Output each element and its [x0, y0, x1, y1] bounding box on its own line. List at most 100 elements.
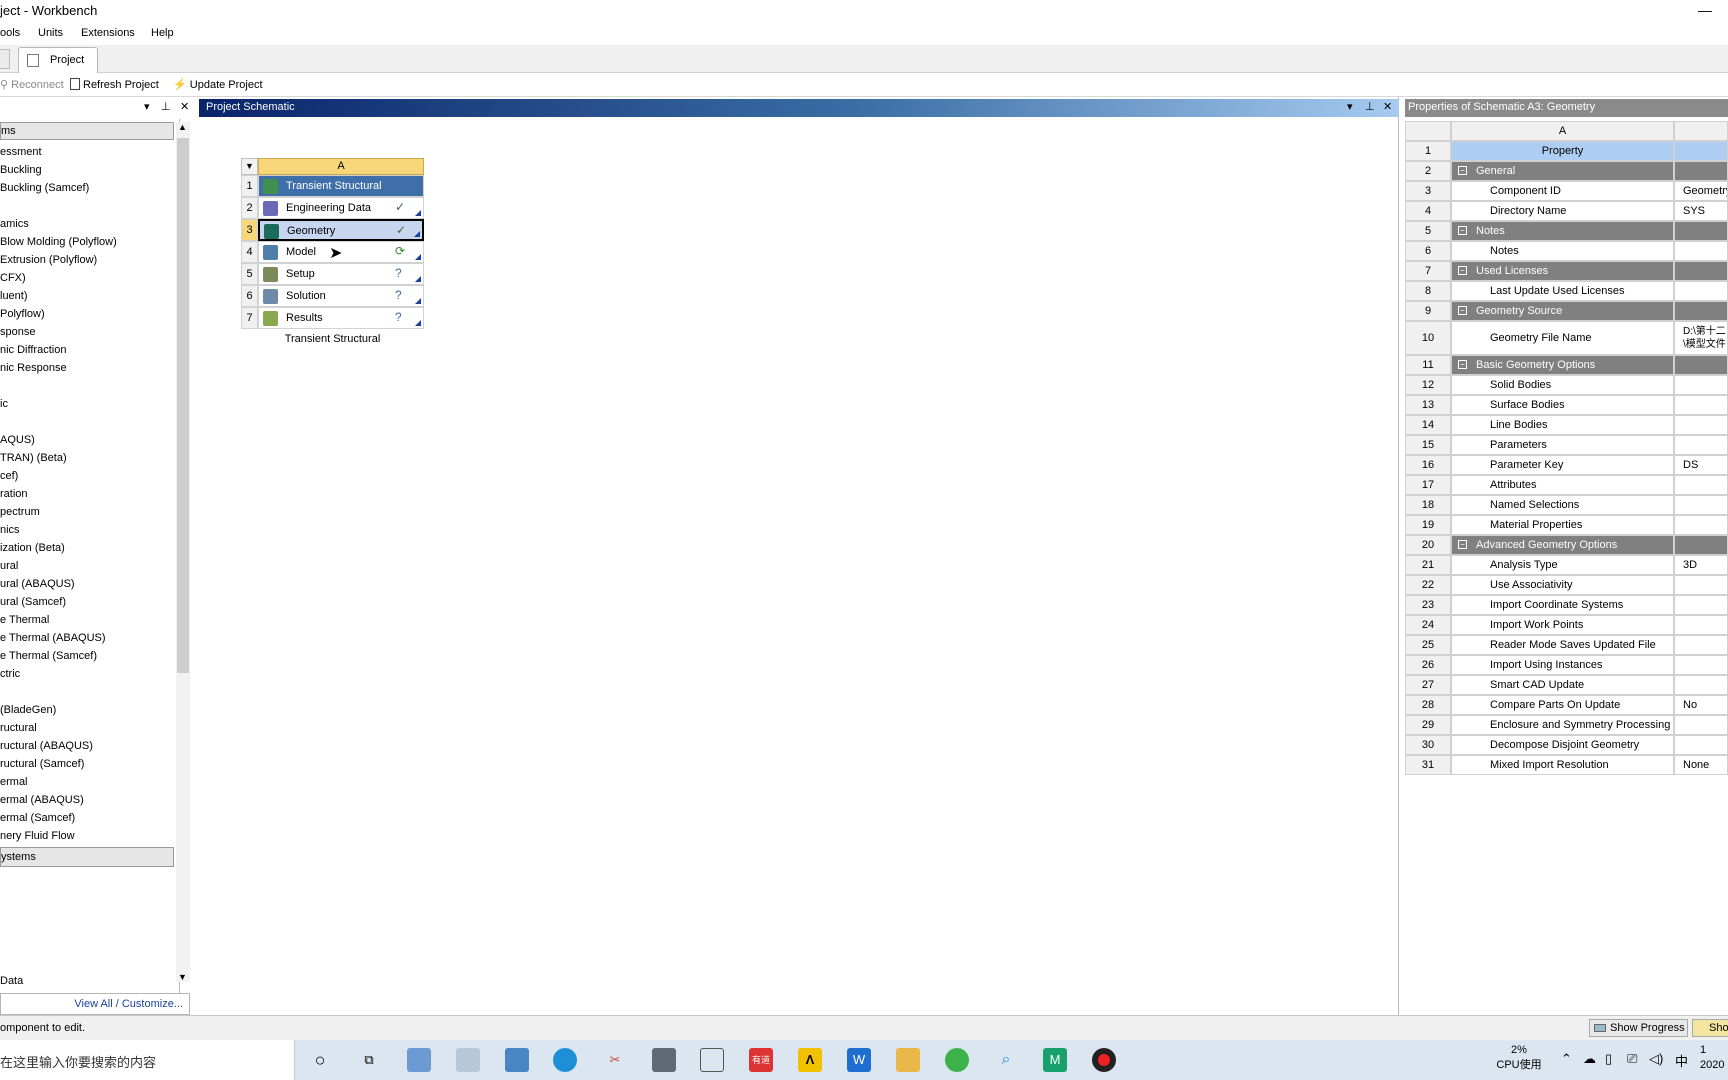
property-row[interactable]: 3 Component ID Geometry: [1405, 181, 1728, 201]
toolbox-item[interactable]: cef): [0, 467, 174, 485]
toolbox-item[interactable]: [0, 683, 174, 701]
toolbox-item[interactable]: Blow Molding (Polyflow): [0, 233, 174, 251]
show-messages-button[interactable]: Sho: [1692, 1019, 1728, 1037]
refresh-project-button[interactable]: Refresh Project: [70, 78, 159, 91]
toolbox-item[interactable]: ermal (ABAQUS): [0, 791, 174, 809]
toolbox-item[interactable]: ization (Beta): [0, 539, 174, 557]
ansys-icon[interactable]: Λ: [798, 1048, 822, 1072]
system-cell-row[interactable]: 7 Results?: [241, 307, 424, 329]
system-cell-row[interactable]: 3 Geometry ✓: [241, 219, 424, 241]
cell-transient-structural[interactable]: Transient Structural: [258, 175, 424, 197]
property-row[interactable]: 29 Enclosure and Symmetry Processing: [1405, 715, 1728, 735]
collapse-icon[interactable]: −: [1458, 166, 1467, 175]
property-group-row[interactable]: 20 Advanced Geometry Options −: [1405, 535, 1728, 555]
monitor-icon[interactable]: [700, 1048, 724, 1072]
collapse-icon[interactable]: −: [1458, 540, 1467, 549]
property-row[interactable]: 15 Parameters: [1405, 435, 1728, 455]
toolbox-item[interactable]: TRAN) (Beta): [0, 449, 174, 467]
property-row[interactable]: 13 Surface Bodies: [1405, 395, 1728, 415]
cell-solution[interactable]: Solution?: [258, 285, 424, 307]
property-row[interactable]: 4 Directory Name SYS: [1405, 201, 1728, 221]
toolbox-item[interactable]: essment: [0, 143, 174, 161]
collapse-icon[interactable]: −: [1458, 306, 1467, 315]
toolbox-item[interactable]: ructural: [0, 719, 174, 737]
close-icon[interactable]: ✕: [1383, 100, 1392, 113]
pin-icon[interactable]: ⊥: [161, 100, 171, 113]
update-project-button[interactable]: ⚡ Update Project: [173, 78, 263, 91]
collapse-icon[interactable]: −: [1458, 226, 1467, 235]
show-progress-button[interactable]: Show Progress: [1589, 1019, 1688, 1037]
property-group-row[interactable]: 9 Geometry Source −: [1405, 301, 1728, 321]
property-row[interactable]: 1 Property: [1405, 141, 1728, 161]
toolbox-group-analysis-systems[interactable]: ms: [0, 122, 174, 140]
record-icon[interactable]: [1092, 1048, 1116, 1072]
property-row[interactable]: 14 Line Bodies: [1405, 415, 1728, 435]
search-app-icon[interactable]: ⌕: [994, 1048, 1018, 1072]
property-row[interactable]: 28 Compare Parts On Update No: [1405, 695, 1728, 715]
clock[interactable]: 1 2020: [1700, 1043, 1724, 1073]
toolbox-item[interactable]: nics: [0, 521, 174, 539]
cell-engineering-data[interactable]: Engineering Data ✓: [258, 197, 424, 219]
toolbox-item[interactable]: nic Diffraction: [0, 341, 174, 359]
minimize-button[interactable]: —: [1698, 2, 1712, 18]
toolbox-item[interactable]: ermal: [0, 773, 174, 791]
toolbox-item[interactable]: nery Fluid Flow: [0, 827, 174, 845]
toolbox-item[interactable]: ural: [0, 557, 174, 575]
mathtype-icon[interactable]: M: [1043, 1048, 1067, 1072]
property-row[interactable]: 26 Import Using Instances: [1405, 655, 1728, 675]
volume-icon[interactable]: ◁): [1649, 1051, 1663, 1067]
system-caption[interactable]: Transient Structural: [241, 333, 424, 345]
writer-icon[interactable]: W: [847, 1048, 871, 1072]
toolbox-item[interactable]: e Thermal (Samcef): [0, 647, 174, 665]
folder-icon[interactable]: [896, 1048, 920, 1072]
toolbox-item[interactable]: ration: [0, 485, 174, 503]
scroll-thumb[interactable]: [177, 138, 189, 673]
scroll-down-icon[interactable]: ▼: [178, 972, 187, 982]
toolbox-item[interactable]: CFX): [0, 269, 174, 287]
dropdown-icon[interactable]: ▾: [144, 100, 150, 113]
edge-browser-icon[interactable]: [553, 1048, 577, 1072]
tab-previous[interactable]: [0, 49, 10, 69]
desktop-app-icon[interactable]: [407, 1048, 431, 1072]
snipping-tool-icon[interactable]: ✂: [603, 1048, 627, 1072]
toolbox-item[interactable]: Extrusion (Polyflow): [0, 251, 174, 269]
property-row[interactable]: 10 Geometry File Name D:\第十二 \模型文件: [1405, 321, 1728, 355]
system-cell-row[interactable]: 5 Setup?: [241, 263, 424, 285]
reconnect-button[interactable]: ⚲ Reconnect: [0, 78, 64, 91]
property-row[interactable]: 27 Smart CAD Update: [1405, 675, 1728, 695]
menu-tools[interactable]: ools: [0, 27, 20, 39]
system-cell-row[interactable]: 1 Transient Structural: [241, 175, 424, 197]
task-view-icon[interactable]: ⧉: [357, 1048, 381, 1072]
property-row[interactable]: 30 Decompose Disjoint Geometry: [1405, 735, 1728, 755]
cloud-icon[interactable]: ☁: [1583, 1051, 1596, 1067]
property-row[interactable]: 22 Use Associativity: [1405, 575, 1728, 595]
menu-extensions[interactable]: Extensions: [81, 27, 135, 39]
toolbox-item[interactable]: ural (ABAQUS): [0, 575, 174, 593]
cortana-icon[interactable]: ○: [308, 1048, 332, 1072]
property-row[interactable]: 17 Attributes: [1405, 475, 1728, 495]
taskbar-search-box[interactable]: 在这里输入你要搜索的内容: [0, 1040, 295, 1080]
youdao-icon[interactable]: 有道: [749, 1048, 773, 1072]
toolbox-item[interactable]: amics: [0, 215, 174, 233]
system-menu-dropdown[interactable]: ▼: [241, 158, 258, 175]
property-row[interactable]: 24 Import Work Points: [1405, 615, 1728, 635]
usb-icon[interactable]: ▯: [1605, 1051, 1612, 1067]
property-group-row[interactable]: 11 Basic Geometry Options −: [1405, 355, 1728, 375]
toolbox-item[interactable]: e Thermal: [0, 611, 174, 629]
toolbox-item[interactable]: luent): [0, 287, 174, 305]
image-viewer-icon[interactable]: [456, 1048, 480, 1072]
cell-setup[interactable]: Setup?: [258, 263, 424, 285]
property-row[interactable]: 8 Last Update Used Licenses: [1405, 281, 1728, 301]
toolbox-item[interactable]: ural (Samcef): [0, 593, 174, 611]
cpu-usage-widget[interactable]: 2% CPU使用: [1490, 1043, 1548, 1073]
property-row[interactable]: 6 Notes: [1405, 241, 1728, 261]
property-row[interactable]: 19 Material Properties: [1405, 515, 1728, 535]
property-group-row[interactable]: 7 Used Licenses −: [1405, 261, 1728, 281]
property-row[interactable]: 18 Named Selections: [1405, 495, 1728, 515]
toolbox-item-data[interactable]: Data: [0, 975, 23, 987]
wechat-icon[interactable]: [945, 1048, 969, 1072]
dropdown-icon[interactable]: ▾: [1347, 100, 1353, 113]
toolbox-item[interactable]: Buckling (Samcef): [0, 179, 174, 197]
toolbox-item[interactable]: nic Response: [0, 359, 174, 377]
toolbox-item[interactable]: sponse: [0, 323, 174, 341]
